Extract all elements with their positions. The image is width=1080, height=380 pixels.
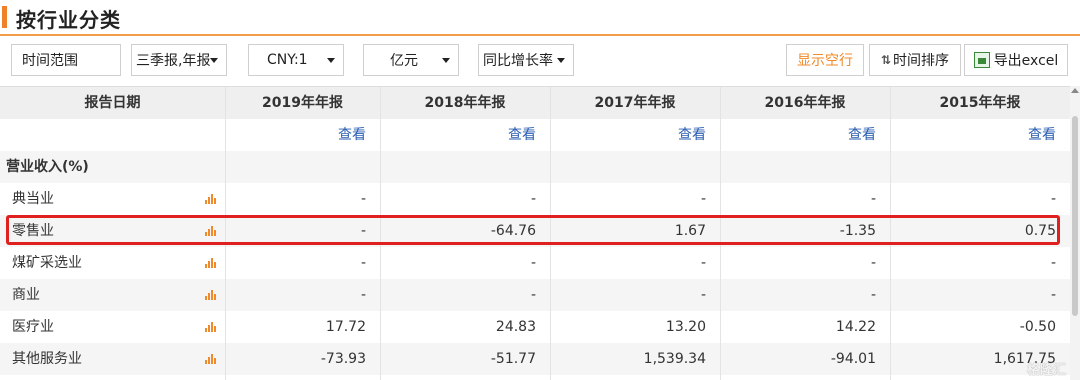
table-header-row: 报告日期 2019年年报 2018年年报 2017年年报 2016年年报 201…	[0, 87, 1070, 119]
table-cell: -51.77	[490, 351, 536, 367]
unit-value: 亿元	[390, 53, 418, 69]
bar-chart-icon[interactable]	[205, 194, 218, 204]
row-label: 其他服务业	[12, 351, 82, 367]
column-header[interactable]: 报告日期	[0, 87, 225, 119]
table-cell: -	[360, 255, 366, 271]
view-links-row: 查看 查看 查看 查看 查看	[0, 119, 1070, 151]
table-cell: 24.83	[495, 319, 536, 335]
chevron-down-icon	[557, 58, 565, 63]
table-cell: -	[1050, 255, 1056, 271]
bar-chart-icon[interactable]	[205, 226, 218, 236]
table-cell: -94.01	[830, 351, 876, 367]
view-link[interactable]: 查看	[225, 119, 380, 151]
title-accent-bar	[2, 6, 7, 28]
export-excel-label: 导出excel	[993, 53, 1059, 69]
row-label: 煤矿采选业	[12, 255, 82, 271]
table-cell: -	[360, 223, 366, 239]
chevron-down-icon	[327, 58, 335, 63]
column-header[interactable]: 2016年年报	[720, 87, 890, 119]
table-cell: -	[360, 287, 366, 303]
report-type-select[interactable]: 三季报,年报	[131, 44, 227, 76]
section-header: 按行业分类	[0, 0, 1080, 36]
currency-value: CNY:1	[267, 52, 308, 68]
table-cell: 1,539.34	[643, 351, 706, 367]
table-cell: -	[870, 287, 876, 303]
table-cell: -	[1050, 191, 1056, 207]
table-cell: -	[870, 255, 876, 271]
table-cell: -	[700, 191, 706, 207]
row-label: 商业	[12, 287, 40, 303]
unit-select[interactable]: 亿元	[363, 44, 459, 76]
table-cell: -	[1050, 287, 1056, 303]
group-title: 营业收入(%)	[6, 159, 89, 175]
show-empty-rows-button[interactable]: 显示空行	[786, 44, 864, 76]
column-header[interactable]: 2018年年报	[380, 87, 550, 119]
chevron-down-icon	[442, 58, 450, 63]
row-label: 医疗业	[12, 319, 54, 335]
column-divider	[890, 87, 891, 380]
bar-chart-icon[interactable]	[205, 258, 218, 268]
vertical-scrollbar[interactable]	[1070, 86, 1080, 380]
column-header[interactable]: 2015年年报	[890, 87, 1070, 119]
show-empty-rows-label: 显示空行	[797, 53, 853, 69]
sort-icon: ⇅	[880, 53, 892, 67]
time-range-label: 时间范围	[22, 53, 78, 69]
currency-select[interactable]: CNY:1	[248, 44, 344, 76]
table-cell: 1.67	[674, 223, 706, 239]
data-table: 报告日期 2019年年报 2018年年报 2017年年报 2016年年报 201…	[0, 86, 1070, 380]
bar-chart-icon[interactable]	[205, 322, 218, 332]
bar-chart-icon[interactable]	[205, 290, 218, 300]
row-label: 典当业	[12, 191, 54, 207]
table-cell: -	[700, 255, 706, 271]
table-cell: -1.35	[839, 223, 876, 239]
table-cell: 0.75	[1024, 223, 1056, 239]
table-cell: -0.50	[1019, 319, 1056, 335]
table-row: 商业 - - - - -	[0, 279, 1070, 311]
row-label: 零售业	[12, 223, 54, 239]
time-sort-button[interactable]: ⇅ 时间排序	[869, 44, 961, 76]
table-cell: -73.93	[320, 351, 366, 367]
table-row: 零售业 - -64.76 1.67 -1.35 0.75	[0, 215, 1070, 247]
column-divider	[380, 87, 381, 380]
table-cell: -64.76	[490, 223, 536, 239]
view-link[interactable]: 查看	[550, 119, 720, 151]
table-row: 医疗业 17.72 24.83 13.20 14.22 -0.50	[0, 311, 1070, 343]
table-cell: 13.20	[665, 319, 706, 335]
table-row: 典当业 - - - - -	[0, 183, 1070, 215]
scroll-up-arrow-icon[interactable]	[1071, 88, 1079, 93]
report-type-value: 三季报,年报	[136, 53, 211, 69]
column-divider	[550, 87, 551, 380]
watermark: 格隆汇	[1026, 363, 1066, 378]
time-range-button[interactable]: 时间范围	[11, 44, 121, 76]
column-header[interactable]: 2017年年报	[550, 87, 720, 119]
table-cell: -	[360, 191, 366, 207]
view-link[interactable]: 查看	[720, 119, 890, 151]
view-link[interactable]: 查看	[890, 119, 1070, 151]
table-cell: -	[530, 255, 536, 271]
table-cell: -	[530, 287, 536, 303]
table-cell: -	[870, 191, 876, 207]
export-excel-button[interactable]: 导出excel	[964, 44, 1068, 76]
toolbar: 时间范围 三季报,年报 CNY:1 亿元 同比增长率 显示空行 ⇅ 时间排序 导…	[0, 36, 1080, 86]
group-header-row: 营业收入(%)	[0, 151, 1070, 183]
metric-value: 同比增长率	[483, 53, 553, 69]
column-header[interactable]: 2019年年报	[225, 87, 380, 119]
metric-select[interactable]: 同比增长率	[478, 44, 574, 76]
view-link[interactable]: 查看	[380, 119, 550, 151]
column-divider	[720, 87, 721, 380]
scrollbar-thumb[interactable]	[1072, 116, 1078, 316]
table-cell: -	[530, 191, 536, 207]
column-divider	[225, 87, 226, 380]
bar-chart-icon[interactable]	[205, 354, 218, 364]
table-row: 其他服务业 -73.93 -51.77 1,539.34 -94.01 1,61…	[0, 343, 1070, 375]
table-cell: 17.72	[325, 319, 366, 335]
time-sort-label: 时间排序	[893, 53, 950, 69]
excel-icon	[973, 52, 990, 68]
table-row: 煤矿采选业 - - - - -	[0, 247, 1070, 279]
table-cell: -	[700, 287, 706, 303]
table-cell: 14.22	[835, 319, 876, 335]
chevron-down-icon	[210, 58, 218, 63]
page-title: 按行业分类	[16, 8, 121, 32]
